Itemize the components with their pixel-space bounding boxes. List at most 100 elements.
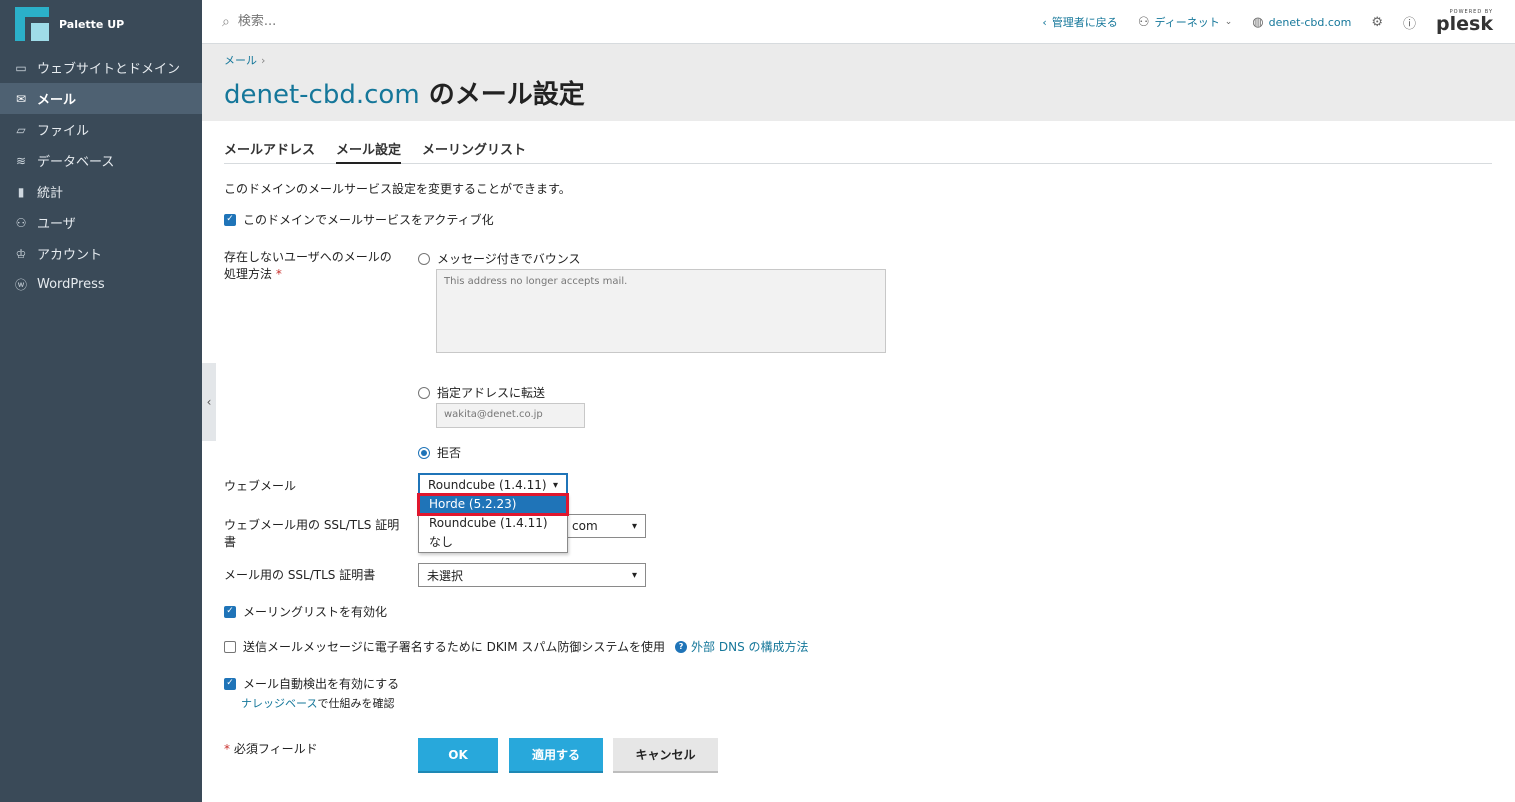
- nonexistent-user-label: 存在しないユーザへのメールの 処理方法 *: [224, 249, 404, 283]
- mailing-list-row: ✓ メーリングリストを有効化: [224, 603, 387, 620]
- back-to-admin-link[interactable]: ‹ 管理者に戻る: [1042, 14, 1117, 30]
- activate-mail-checkbox[interactable]: ✓: [224, 213, 236, 226]
- question-icon: ?: [675, 640, 688, 653]
- sidebar-item-files[interactable]: ▱ ファイル: [0, 114, 202, 145]
- reject-radio[interactable]: [418, 446, 430, 459]
- breadcrumb: メール ›: [224, 52, 265, 68]
- topbar-actions: ‹ 管理者に戻る ⚇ ディーネット ⌄ ◍ denet-cbd.com ⚙ ⓘ …: [1042, 0, 1493, 44]
- sidebar-item-label: データベース: [37, 155, 115, 170]
- sidebar-item-databases[interactable]: ≋ データベース: [0, 145, 202, 176]
- wordpress-icon: ⓦ: [14, 278, 27, 292]
- required-mark: *: [275, 267, 282, 281]
- mail-ssl-select[interactable]: 未選択 ▾: [418, 563, 646, 587]
- knowledge-base-suffix: で仕組みを確認: [317, 697, 395, 710]
- sidebar-item-account[interactable]: ♔ アカウント: [0, 238, 202, 269]
- autodiscover-label: メール自動検出を有効にする: [243, 677, 400, 691]
- activate-mail-row: ✓ このドメインでメールサービスをアクティブ化: [224, 211, 494, 228]
- cancel-button[interactable]: キャンセル: [613, 738, 718, 773]
- domain-selector[interactable]: ◍ denet-cbd.com: [1252, 15, 1351, 30]
- page-title-domain: denet-cbd.com: [224, 80, 420, 110]
- user-icon: ⚇: [1137, 14, 1150, 30]
- chevron-down-icon: ▾: [552, 479, 558, 491]
- sidebar-item-statistics[interactable]: ▮ 統計: [0, 176, 202, 207]
- ok-button[interactable]: OK: [418, 738, 498, 773]
- webmail-ssl-label-line1: ウェブメール用の SSL/TLS 証明: [224, 518, 400, 532]
- bounce-label: メッセージ付きでバウンス: [437, 252, 581, 266]
- dkim-row: 送信メールメッセージに電子署名するために DKIM スパム防御システムを使用 ?…: [224, 638, 809, 655]
- webmail-select-value: Roundcube (1.4.11): [428, 478, 547, 492]
- sidebar-item-label: アカウント: [37, 248, 103, 263]
- webmail-option-horde[interactable]: Horde (5.2.23): [417, 493, 569, 516]
- sidebar-item-users[interactable]: ⚇ ユーザ: [0, 207, 202, 238]
- plesk-wordmark: plesk: [1436, 13, 1493, 35]
- forward-option: 指定アドレスに転送: [418, 384, 545, 401]
- form-description: このドメインのメールサービス設定を変更することができます。: [224, 182, 571, 196]
- knowledge-base-note: ナレッジベースで仕組みを確認: [241, 695, 394, 711]
- sidebar-item-mail[interactable]: ✉ メール: [0, 83, 202, 114]
- reject-option: 拒否: [418, 444, 461, 461]
- webmail-option-roundcube[interactable]: Roundcube (1.4.11): [419, 514, 567, 533]
- sidebar-item-wordpress[interactable]: ⓦ WordPress: [0, 269, 202, 300]
- sidebar: Palette UP ▭ ウェブサイトとドメイン ✉ メール ▱ ファイル ≋ …: [0, 0, 202, 802]
- back-to-admin-label: 管理者に戻る: [1051, 16, 1118, 29]
- reject-label: 拒否: [437, 446, 462, 460]
- dkim-checkbox[interactable]: [224, 640, 236, 653]
- sidebar-item-label: ファイル: [37, 124, 90, 139]
- page-title: denet-cbd.com のメール設定: [224, 74, 585, 111]
- mailing-list-checkbox[interactable]: ✓: [224, 605, 236, 618]
- forward-radio[interactable]: [418, 386, 430, 399]
- nonexistent-user-label-line1: 存在しないユーザへのメールの: [224, 250, 392, 264]
- search-input[interactable]: [237, 14, 538, 29]
- sidebar-item-label: ウェブサイトとドメイン: [37, 62, 181, 77]
- knowledge-base-link[interactable]: ナレッジベース: [241, 697, 317, 710]
- chevron-down-icon: ▾: [631, 569, 637, 581]
- tab-mail-addresses[interactable]: メールアドレス: [224, 139, 315, 164]
- chevron-left-icon: ‹: [206, 395, 212, 409]
- chevron-down-icon: ▾: [631, 520, 637, 532]
- apply-button[interactable]: 適用する: [509, 738, 603, 773]
- search-box: ⌕: [222, 14, 822, 30]
- chevron-left-icon: ‹: [1042, 15, 1047, 29]
- mail-icon: ✉: [15, 91, 27, 106]
- webmail-ssl-label: ウェブメール用の SSL/TLS 証明 書: [224, 517, 409, 551]
- forward-address-input[interactable]: wakita@denet.co.jp: [436, 403, 585, 428]
- bounce-message-textarea[interactable]: This address no longer accepts mail.: [436, 269, 886, 353]
- bounce-radio[interactable]: [418, 252, 430, 265]
- required-mark: *: [224, 742, 230, 756]
- sidebar-item-label: ユーザ: [37, 217, 76, 232]
- bar-chart-icon: ▮: [17, 184, 25, 199]
- sidebar-collapse-handle[interactable]: ‹: [202, 363, 216, 441]
- monitor-icon: ▭: [15, 60, 27, 75]
- tabs: メールアドレス メール設定 メーリングリスト: [224, 139, 1492, 164]
- account-icon: ♔: [15, 246, 27, 261]
- webmail-dropdown-list: Horde (5.2.23) Roundcube (1.4.11) なし: [417, 493, 569, 553]
- sidebar-nav: ▭ ウェブサイトとドメイン ✉ メール ▱ ファイル ≋ データベース ▮ 統計…: [0, 52, 202, 300]
- plesk-logo: POWERED BY plesk: [1436, 10, 1493, 34]
- breadcrumb-mail-link[interactable]: メール: [224, 54, 257, 67]
- required-fields-note: * 必須フィールド: [224, 741, 318, 758]
- tab-mailing-lists[interactable]: メーリングリスト: [422, 139, 526, 164]
- help-icon[interactable]: ⓘ: [1403, 13, 1416, 32]
- webmail-option-none[interactable]: なし: [419, 533, 567, 552]
- dkim-label: 送信メールメッセージに電子署名するために DKIM スパム防御システムを使用: [243, 640, 666, 654]
- autodiscover-checkbox[interactable]: ✓: [224, 677, 236, 690]
- user-menu[interactable]: ⚇ ディーネット ⌄: [1138, 14, 1232, 30]
- database-icon: ≋: [15, 153, 27, 168]
- autodiscover-row: ✓ メール自動検出を有効にする: [224, 675, 399, 692]
- bounce-option: メッセージ付きでバウンス: [418, 250, 581, 267]
- tab-mail-settings[interactable]: メール設定: [336, 139, 402, 164]
- extensions-icon[interactable]: ⚙: [1371, 15, 1383, 30]
- search-icon: ⌕: [222, 13, 230, 30]
- mail-ssl-label: メール用の SSL/TLS 証明書: [224, 568, 376, 582]
- external-dns-help-link[interactable]: ? 外部 DNS の構成方法: [675, 638, 809, 655]
- page-header: メール › denet-cbd.com のメール設定: [202, 44, 1515, 121]
- nonexistent-user-label-line2: 処理方法: [224, 267, 273, 281]
- brand-name: Palette UP: [59, 17, 125, 31]
- webmail-label: ウェブメール: [224, 479, 297, 493]
- required-fields-label: 必須フィールド: [233, 742, 318, 756]
- user-name: ディーネット: [1154, 16, 1220, 29]
- sidebar-item-websites[interactable]: ▭ ウェブサイトとドメイン: [0, 52, 202, 83]
- brand[interactable]: Palette UP: [0, 0, 202, 48]
- domain-name: denet-cbd.com: [1268, 15, 1352, 29]
- sidebar-item-label: メール: [37, 93, 77, 108]
